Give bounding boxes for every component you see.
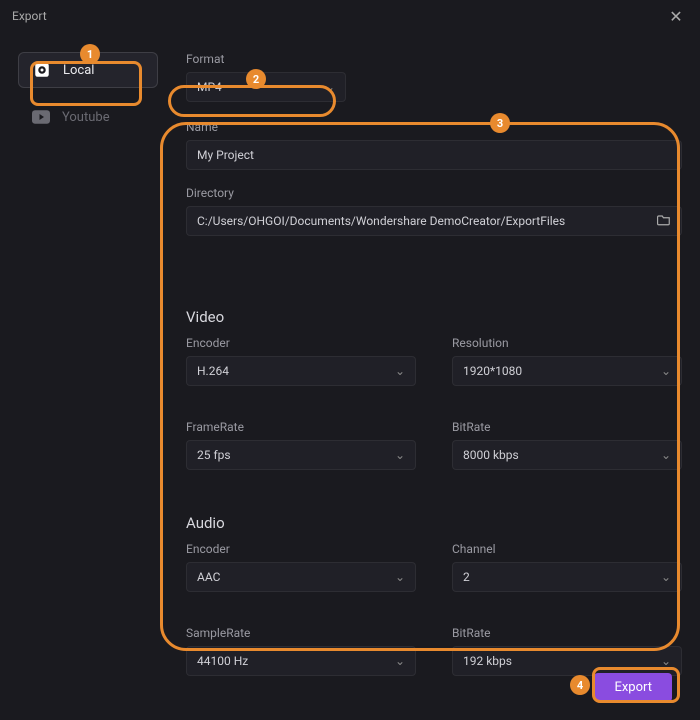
- directory-input[interactable]: C:/Users/OHGOI/Documents/Wondershare Dem…: [186, 206, 682, 236]
- title-bar: Export ✕: [0, 0, 700, 32]
- sidebar-item-youtube[interactable]: Youtube: [18, 100, 158, 134]
- chevron-down-icon: ⌄: [395, 364, 405, 378]
- directory-label: Directory: [186, 186, 682, 200]
- resolution-label: Resolution: [452, 336, 682, 350]
- sidebar-item-local[interactable]: Local: [18, 52, 158, 88]
- chevron-down-icon: ⌄: [661, 654, 671, 668]
- samplerate-select[interactable]: 44100 Hz ⌄: [186, 646, 416, 676]
- folder-icon[interactable]: [657, 214, 671, 229]
- framerate-label: FrameRate: [186, 420, 416, 434]
- name-input[interactable]: My Project: [186, 140, 682, 170]
- name-value: My Project: [197, 148, 254, 162]
- audio-encoder-select[interactable]: AAC ⌄: [186, 562, 416, 592]
- export-button[interactable]: Export: [594, 673, 672, 702]
- video-bitrate-value: 8000 kbps: [463, 448, 519, 462]
- chevron-down-icon: ⌄: [661, 448, 671, 462]
- samplerate-label: SampleRate: [186, 626, 416, 640]
- directory-value: C:/Users/OHGOI/Documents/Wondershare Dem…: [197, 214, 565, 228]
- video-bitrate-label: BitRate: [452, 420, 682, 434]
- chevron-down-icon: ⌄: [661, 570, 671, 584]
- chevron-down-icon: ⌄: [395, 654, 405, 668]
- chevron-down-icon: ⌄: [395, 448, 405, 462]
- youtube-icon: [32, 108, 50, 126]
- video-encoder-select[interactable]: H.264 ⌄: [186, 356, 416, 386]
- local-icon: [33, 61, 51, 79]
- format-select[interactable]: MP4 ⌄: [186, 72, 346, 102]
- audio-bitrate-select[interactable]: 192 kbps ⌄: [452, 646, 682, 676]
- format-value: MP4: [197, 80, 222, 94]
- video-bitrate-select[interactable]: 8000 kbps ⌄: [452, 440, 682, 470]
- sidebar-item-label: Youtube: [62, 110, 110, 125]
- format-label: Format: [186, 52, 346, 66]
- audio-encoder-label: Encoder: [186, 542, 416, 556]
- framerate-value: 25 fps: [197, 448, 231, 462]
- channel-value: 2: [463, 570, 470, 584]
- video-section-title: Video: [186, 308, 682, 326]
- sidebar-item-label: Local: [63, 63, 94, 78]
- chevron-down-icon: ⌄: [325, 80, 335, 94]
- samplerate-value: 44100 Hz: [197, 654, 248, 668]
- close-icon[interactable]: ✕: [664, 7, 688, 26]
- audio-bitrate-value: 192 kbps: [463, 654, 512, 668]
- audio-encoder-value: AAC: [197, 570, 220, 584]
- window-title: Export: [12, 9, 47, 23]
- resolution-select[interactable]: 1920*1080 ⌄: [452, 356, 682, 386]
- sidebar: Local Youtube: [18, 52, 158, 692]
- channel-select[interactable]: 2 ⌄: [452, 562, 682, 592]
- video-encoder-label: Encoder: [186, 336, 416, 350]
- name-label: Name: [186, 120, 682, 134]
- chevron-down-icon: ⌄: [661, 364, 671, 378]
- resolution-value: 1920*1080: [463, 364, 522, 378]
- video-encoder-value: H.264: [197, 364, 229, 378]
- audio-section-title: Audio: [186, 514, 682, 532]
- audio-bitrate-label: BitRate: [452, 626, 682, 640]
- channel-label: Channel: [452, 542, 682, 556]
- main-panel: Format MP4 ⌄ Name My Project Directory C…: [158, 52, 682, 692]
- framerate-select[interactable]: 25 fps ⌄: [186, 440, 416, 470]
- chevron-down-icon: ⌄: [395, 570, 405, 584]
